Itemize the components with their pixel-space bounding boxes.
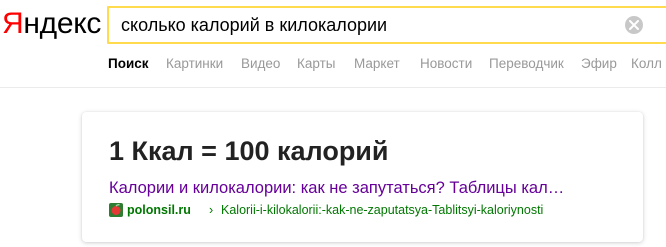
close-icon — [629, 20, 639, 30]
result-path-link[interactable]: Kalorii-i-kilokalorii:-kak-ne-zaputatsya… — [221, 202, 543, 218]
tab-market[interactable]: Маркет — [354, 56, 400, 72]
tab-images[interactable]: Картинки — [166, 56, 223, 72]
logo-rest: ндекс — [23, 7, 102, 40]
tab-search[interactable]: Поиск — [108, 56, 149, 72]
tab-collections[interactable]: Колл — [631, 56, 662, 72]
tab-efir[interactable]: Эфир — [581, 56, 617, 72]
clear-search-button[interactable] — [625, 16, 643, 34]
result-card: 1 Ккал = 100 калорий Калории и килокалор… — [82, 112, 643, 242]
result-domain-link[interactable]: polonsil.ru — [127, 202, 191, 218]
header-divider — [0, 87, 666, 88]
answer-text: 1 Ккал = 100 калорий — [109, 136, 389, 166]
search-box — [107, 6, 666, 44]
breadcrumb-separator: › — [209, 203, 214, 217]
tab-maps[interactable]: Карты — [297, 56, 335, 72]
result-title-link[interactable]: Калории и килокалории: как не запутаться… — [109, 178, 609, 198]
tab-video[interactable]: Видео — [241, 56, 280, 72]
tab-translator[interactable]: Переводчик — [489, 56, 564, 72]
search-input[interactable] — [121, 8, 621, 42]
result-url: polonsil.ru › Kalorii-i-kilokalorii:-kak… — [109, 202, 629, 218]
yandex-logo[interactable]: Яндекс — [2, 9, 101, 39]
site-favicon-icon — [109, 203, 123, 217]
logo-first-letter: Я — [2, 7, 24, 40]
tab-news[interactable]: Новости — [420, 56, 472, 72]
